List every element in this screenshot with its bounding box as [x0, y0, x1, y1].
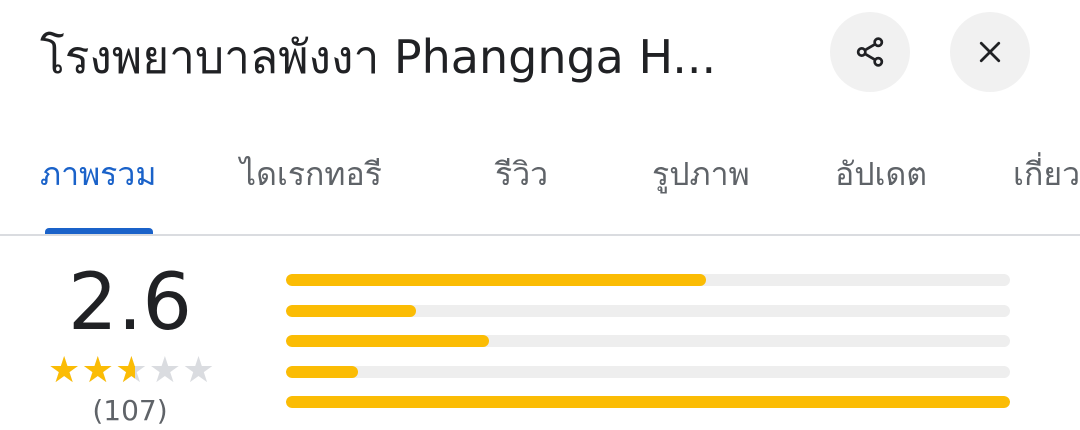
star-empty-icon: ★ — [182, 350, 215, 391]
tabs-divider — [0, 234, 1080, 236]
histogram-bar-fill — [286, 365, 359, 378]
histogram-bar-1-star — [286, 396, 1010, 408]
tab-updates[interactable]: อัปเดต — [835, 150, 927, 198]
histogram-bar-fill — [286, 304, 417, 317]
histogram-bar-3-star — [286, 335, 1010, 347]
histogram-bar-5-star — [286, 274, 1010, 286]
close-button[interactable] — [950, 12, 1030, 92]
star-filled-icon: ★ ★ — [48, 350, 81, 391]
share-icon — [856, 37, 884, 67]
tab-directory[interactable]: ไดเรกทอรี — [240, 150, 382, 198]
tab-overview[interactable]: ภาพรวม — [40, 150, 156, 198]
tab-bar: ภาพรวม ไดเรกทอรี รีวิว รูปภาพ อัปเดต เกี… — [0, 140, 1080, 236]
tab-about[interactable]: เกี่ยว — [1013, 150, 1080, 198]
histogram-bar-4-star — [286, 304, 1010, 317]
histogram-bar-fill — [286, 274, 706, 286]
rating-value: 2.6 — [67, 258, 193, 348]
star-filled-icon: ★ ★ — [81, 350, 114, 391]
share-button[interactable] — [830, 12, 910, 92]
place-sheet: โรงพยาบาลพังงา Phangnga H... ภาพรวม ไดเร… — [0, 0, 1080, 430]
histogram-bar-fill — [286, 335, 489, 347]
place-title: โรงพยาบาลพังงา Phangnga H... — [40, 30, 717, 84]
close-icon — [979, 41, 1001, 63]
rating-histogram — [286, 274, 1010, 410]
star-rating: ★ ★ ★ ★ ★ ★ ★ ★ — [48, 353, 216, 389]
histogram-bar-2-star — [286, 365, 1010, 378]
histogram-bar-fill — [286, 396, 1010, 408]
star-half-icon: ★ ★ — [115, 350, 148, 391]
review-count[interactable]: (107) — [60, 394, 200, 428]
star-empty-icon: ★ — [148, 350, 182, 391]
tab-reviews[interactable]: รีวิว — [495, 150, 548, 198]
tab-photos[interactable]: รูปภาพ — [652, 150, 750, 198]
